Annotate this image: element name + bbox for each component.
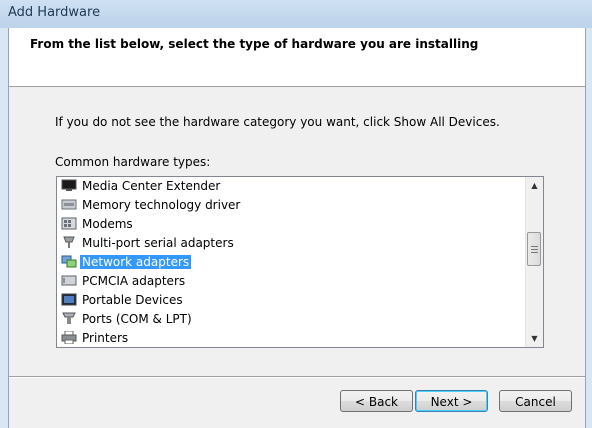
list-item-label: Modems — [82, 217, 133, 231]
scroll-up-arrow-icon[interactable]: ▲ — [526, 177, 543, 194]
button-separator — [9, 376, 585, 378]
network-adapter-icon — [61, 255, 77, 268]
media-center-extender-icon — [61, 179, 77, 192]
list-item[interactable]: Ports (COM & LPT) — [61, 310, 242, 329]
portable-device-icon — [61, 293, 77, 306]
back-button[interactable]: < Back — [340, 390, 413, 412]
memory-card-icon — [61, 198, 77, 211]
hardware-types-list[interactable]: Media Center Extender Memory technology d… — [56, 176, 544, 348]
list-items: Media Center Extender Memory technology d… — [61, 177, 242, 347]
scroll-down-arrow-icon[interactable]: ▼ — [526, 330, 543, 347]
list-item[interactable]: Network adapters — [61, 253, 242, 272]
list-item-label: Memory technology driver — [82, 198, 241, 212]
list-item-label: PCMCIA adapters — [82, 274, 186, 288]
grip-line — [531, 252, 538, 253]
list-item-label: Media Center Extender — [82, 179, 221, 193]
list-item-label: Printers — [82, 331, 129, 345]
title-bar[interactable]: Add Hardware — [0, 0, 592, 28]
list-item[interactable]: Portable Devices — [61, 291, 242, 310]
list-item[interactable]: Media Center Extender — [61, 177, 242, 196]
instruction-text: If you do not see the hardware category … — [55, 115, 500, 129]
list-item[interactable]: Multi-port serial adapters — [61, 234, 242, 253]
port-connector-icon — [61, 312, 77, 325]
list-item-label: Portable Devices — [82, 293, 183, 307]
scrollbar-thumb[interactable] — [527, 232, 541, 266]
modem-icon — [61, 217, 77, 230]
header-title: From the list below, select the type of … — [30, 37, 479, 51]
list-item[interactable]: Printers — [61, 329, 242, 347]
list-item[interactable]: PCMCIA adapters — [61, 272, 242, 291]
cancel-button[interactable]: Cancel — [499, 390, 572, 412]
grip-line — [531, 246, 538, 247]
hardware-types-label: Common hardware types: — [55, 155, 211, 169]
grip-line — [531, 249, 538, 250]
next-button[interactable]: Next > — [415, 390, 488, 412]
list-item-label: Network adapters — [80, 255, 192, 269]
list-item[interactable]: Memory technology driver — [61, 196, 242, 215]
dialog-body: From the list below, select the type of … — [8, 28, 586, 428]
wizard-header: From the list below, select the type of … — [9, 28, 585, 87]
pcmcia-card-icon — [61, 274, 77, 287]
window-title: Add Hardware — [8, 5, 101, 20]
list-item-label: Multi-port serial adapters — [82, 236, 234, 250]
vertical-scrollbar[interactable]: ▲ ▼ — [525, 177, 543, 347]
list-item-label: Ports (COM & LPT) — [82, 312, 192, 326]
list-item[interactable]: Modems — [61, 215, 242, 234]
printer-icon — [61, 330, 77, 345]
serial-port-icon — [61, 236, 77, 249]
